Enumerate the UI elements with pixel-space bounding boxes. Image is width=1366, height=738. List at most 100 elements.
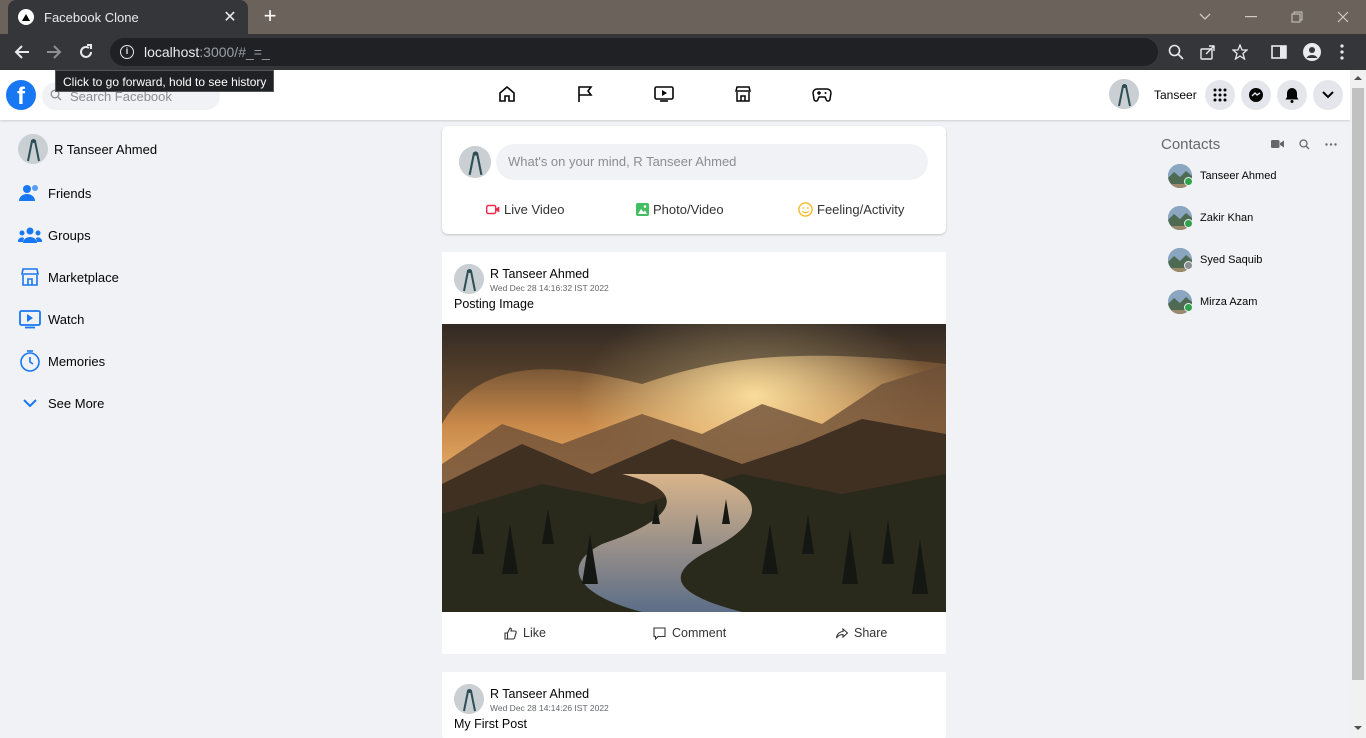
online-status-icon [1184, 219, 1193, 228]
watch-icon[interactable] [653, 83, 675, 105]
avatar[interactable] [454, 264, 484, 294]
contacts-more-icon[interactable] [1324, 137, 1338, 151]
comment-icon [653, 626, 666, 640]
video-camera-icon [486, 204, 500, 215]
online-status-icon [1184, 177, 1193, 186]
photo-video-label: Photo/Video [653, 202, 724, 217]
avatar[interactable] [454, 684, 484, 714]
post-card: R Tanseer Ahmed Wed Dec 28 14:14:26 IST … [442, 672, 946, 738]
groups-icon [18, 223, 42, 247]
url-host: localhost [144, 44, 200, 60]
home-icon[interactable] [496, 83, 518, 105]
tab-close-icon[interactable]: ✕ [222, 7, 238, 27]
share-arrow-icon [836, 627, 848, 639]
browser-toolbar: i localhost:3000/#_=_ [0, 34, 1366, 70]
avatar [18, 134, 48, 164]
browser-tab[interactable]: Facebook Clone ✕ [8, 0, 248, 34]
contacts-title: Contacts [1161, 136, 1221, 153]
video-call-icon[interactable] [1270, 137, 1284, 151]
sidebar-item-label: See More [48, 395, 105, 411]
close-window-icon[interactable] [1320, 0, 1366, 34]
forward-icon[interactable] [42, 40, 66, 64]
chrome-menu-icon[interactable] [1330, 40, 1354, 64]
scroll-down-icon[interactable] [1354, 725, 1362, 731]
online-status-icon [1184, 303, 1193, 312]
friends-icon [18, 181, 42, 205]
sidebar-item-see-more[interactable]: See More [18, 388, 104, 418]
new-tab-icon[interactable]: + [260, 5, 280, 29]
marketplace-icon [18, 265, 42, 289]
post-card: R Tanseer Ahmed Wed Dec 28 14:16:32 IST … [442, 252, 946, 654]
contact-item[interactable]: Syed Saquib [1168, 248, 1262, 272]
thumbs-up-icon [504, 626, 517, 640]
facebook-logo-icon[interactable]: f [6, 80, 36, 110]
sidebar-item-groups[interactable]: Groups [18, 220, 91, 250]
address-bar[interactable]: i localhost:3000/#_=_ [110, 38, 1158, 66]
header-avatar[interactable] [1109, 79, 1139, 109]
like-button[interactable]: Like [504, 626, 546, 640]
reload-icon[interactable] [74, 40, 98, 64]
restore-icon[interactable] [1274, 0, 1320, 34]
site-info-icon[interactable]: i [120, 45, 134, 59]
contact-item[interactable]: Mirza Azam [1168, 290, 1257, 314]
contacts-search-icon[interactable] [1297, 137, 1311, 151]
contact-name: Syed Saquib [1200, 254, 1263, 266]
side-panel-icon[interactable] [1267, 40, 1291, 64]
sidebar-item-profile[interactable]: R Tanseer Ahmed [18, 134, 157, 164]
zoom-icon[interactable] [1164, 40, 1188, 64]
tab-search-icon[interactable] [1182, 0, 1228, 34]
comment-label: Comment [672, 626, 727, 640]
messenger-icon[interactable] [1241, 80, 1271, 110]
photo-icon [636, 203, 649, 216]
post-author[interactable]: R Tanseer Ahmed [490, 687, 589, 701]
composer-input[interactable]: What's on your mind, R Tanseer Ahmed [496, 144, 928, 180]
sidebar-item-memories[interactable]: Memories [18, 346, 105, 376]
post-text: My First Post [454, 717, 527, 731]
photo-video-button[interactable]: Photo/Video [636, 202, 724, 217]
bookmark-star-icon[interactable] [1228, 40, 1252, 64]
post-timestamp: Wed Dec 28 14:14:26 IST 2022 [490, 703, 609, 713]
url-path: :3000/#_=_ [199, 44, 270, 60]
flag-icon[interactable] [574, 83, 596, 105]
post-image[interactable] [442, 324, 946, 612]
sidebar-item-label: Watch [48, 311, 85, 327]
sidebar-item-watch[interactable]: Watch [18, 304, 84, 334]
feeling-activity-label: Feeling/Activity [817, 202, 905, 217]
sidebar-item-friends[interactable]: Friends [18, 178, 91, 208]
notifications-icon[interactable] [1277, 80, 1307, 110]
scroll-thumb[interactable] [1352, 88, 1364, 680]
back-icon[interactable] [10, 40, 34, 64]
comment-button[interactable]: Comment [653, 626, 726, 640]
post-author[interactable]: R Tanseer Ahmed [490, 267, 589, 281]
contact-item[interactable]: Zakir Khan [1168, 206, 1253, 230]
profile-icon[interactable] [1300, 40, 1324, 64]
like-label: Like [523, 626, 546, 640]
tab-favicon-icon [18, 9, 34, 25]
avatar [459, 146, 491, 178]
header-user-name[interactable]: Tanseer [1154, 88, 1197, 102]
sidebar-item-label: Marketplace [48, 269, 119, 285]
scroll-up-icon[interactable] [1354, 75, 1362, 81]
gaming-icon[interactable] [811, 83, 833, 105]
sidebar-item-label: Friends [48, 185, 92, 201]
contact-name: Zakir Khan [1200, 212, 1254, 224]
offline-status-icon [1184, 261, 1193, 270]
feeling-activity-button[interactable]: Feeling/Activity [798, 202, 904, 217]
share-button[interactable]: Share [836, 626, 887, 640]
marketplace-icon[interactable] [732, 83, 754, 105]
menu-grid-icon[interactable] [1205, 80, 1235, 110]
contact-name: Tanseer Ahmed [1200, 170, 1277, 182]
forward-tooltip: Click to go forward, hold to see history [55, 70, 275, 92]
share-icon[interactable] [1196, 40, 1220, 64]
minimize-icon[interactable] [1228, 0, 1274, 34]
page-scrollbar[interactable] [1350, 70, 1366, 738]
sidebar-item-label: Memories [48, 353, 106, 369]
smiley-icon [798, 202, 813, 217]
contact-name: Mirza Azam [1200, 296, 1258, 308]
live-video-button[interactable]: Live Video [486, 202, 564, 217]
sidebar-item-marketplace[interactable]: Marketplace [18, 262, 119, 292]
account-dropdown-icon[interactable] [1313, 80, 1343, 110]
post-text: Posting Image [454, 297, 534, 311]
sidebar-item-label: R Tanseer Ahmed [54, 141, 158, 157]
post-timestamp: Wed Dec 28 14:16:32 IST 2022 [490, 283, 609, 293]
